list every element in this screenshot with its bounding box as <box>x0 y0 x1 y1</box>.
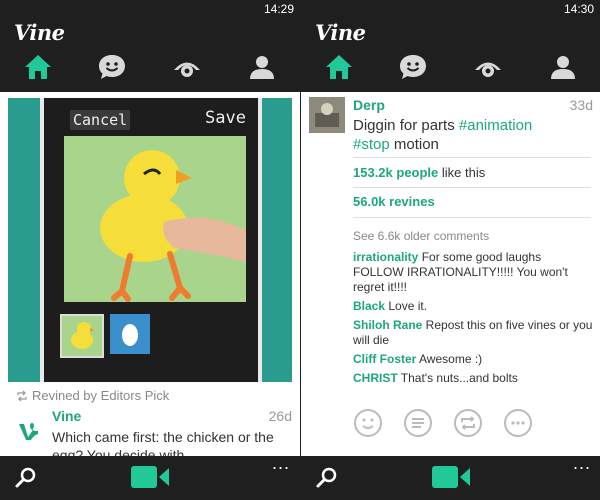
status-bar: 14:29 <box>0 0 300 18</box>
status-time: 14:30 <box>563 2 594 16</box>
app-header: Vine <box>301 18 600 92</box>
comment-item: CHRIST That's nuts...and bolts <box>353 371 593 386</box>
likes-number: 153.2k people <box>353 165 439 180</box>
search-icon[interactable] <box>315 466 339 490</box>
user-icon[interactable] <box>548 52 578 82</box>
feed-content: Cancel Save Revined by Editors Pick Vine… <box>0 92 300 456</box>
nav-bar <box>301 52 600 86</box>
see-older-comments-link[interactable]: See 6.6k older comments <box>353 229 489 243</box>
likes-suffix: like this <box>438 165 486 180</box>
revined-by-text: Revined by Editors Pick <box>32 388 170 403</box>
egg-thumbnail <box>110 314 150 354</box>
post-caption: Which came first: the chicken or the egg… <box>52 429 274 456</box>
post-age: 33d <box>569 97 593 113</box>
post-actions <box>353 408 583 442</box>
camera-icon[interactable] <box>130 462 170 492</box>
post-author[interactable]: Vine <box>52 408 81 424</box>
divider <box>353 217 591 218</box>
more-options-icon[interactable]: ... <box>272 454 290 472</box>
search-icon[interactable] <box>14 466 38 490</box>
comment-author[interactable]: Shiloh Rane <box>353 318 422 332</box>
camera-icon[interactable] <box>431 462 471 492</box>
comment-author[interactable]: Cliff Foster <box>353 352 416 366</box>
smiley-icon[interactable] <box>353 408 383 438</box>
nav-bar <box>0 52 300 86</box>
comment-text: Awesome :) <box>416 352 483 366</box>
app-header: Vine <box>0 18 300 92</box>
post-age: 26d <box>268 408 292 424</box>
comment-icon[interactable] <box>403 408 433 438</box>
eye-icon[interactable] <box>473 52 503 82</box>
comment-author[interactable]: CHRIST <box>353 371 398 385</box>
video-frame-phone: Cancel Save <box>40 98 264 382</box>
home-feed-screen: 14:29 Vine Cancel Save Revined by Editor… <box>0 0 300 500</box>
revines-count[interactable]: 56.0k revines <box>353 194 435 209</box>
vine-logo: Vine <box>315 20 366 45</box>
post-caption: Diggin for parts #animation #stop motion <box>353 116 589 154</box>
comment-item: Cliff Foster Awesome :) <box>353 352 593 367</box>
more-icon[interactable] <box>503 408 533 438</box>
app-bar: ... <box>301 454 600 500</box>
home-icon[interactable] <box>324 52 354 82</box>
vine-logo: Vine <box>14 20 65 45</box>
chat-icon[interactable] <box>97 52 127 82</box>
post-detail-content: Derp 33d Diggin for parts #animation #st… <box>301 92 600 456</box>
likes-count[interactable]: 153.2k people like this <box>353 165 485 180</box>
video-player[interactable]: Cancel Save <box>8 98 292 382</box>
chat-icon[interactable] <box>398 52 428 82</box>
author-avatar[interactable] <box>309 97 345 133</box>
more-options-icon[interactable]: ... <box>573 454 591 472</box>
phone-screen-bar: Cancel Save <box>60 106 250 132</box>
chick-illustration <box>100 150 264 302</box>
vine-avatar-icon[interactable] <box>16 418 42 444</box>
comment-item: Shiloh Rane Repost this on five vines or… <box>353 318 593 348</box>
eye-icon[interactable] <box>172 52 202 82</box>
video-cancel-text: Cancel <box>70 110 131 130</box>
hashtag-animation[interactable]: #animation <box>459 117 532 134</box>
status-bar: 14:30 <box>301 0 600 18</box>
status-time: 14:29 <box>263 2 294 16</box>
comment-author[interactable]: irrationality <box>353 250 418 264</box>
divider <box>353 157 591 158</box>
user-icon[interactable] <box>247 52 277 82</box>
caption-end: motion <box>389 136 439 153</box>
comments-list: irrationality For some good laughs FOLLO… <box>353 250 593 390</box>
app-bar: ... <box>0 454 300 500</box>
video-save-text: Save <box>205 108 246 128</box>
chick-thumbnail <box>60 314 104 358</box>
comment-text: Love it. <box>385 299 428 313</box>
chick-drawing <box>64 136 264 302</box>
comment-item: irrationality For some good laughs FOLLO… <box>353 250 593 295</box>
revine-icon[interactable] <box>453 408 483 438</box>
post-author[interactable]: Derp <box>353 97 385 113</box>
comment-author[interactable]: Black <box>353 299 385 313</box>
home-icon[interactable] <box>23 52 53 82</box>
divider <box>353 187 591 188</box>
comment-item: Black Love it. <box>353 299 593 314</box>
comment-text: That's nuts...and bolts <box>397 371 518 385</box>
hashtag-stop[interactable]: #stop <box>353 136 390 153</box>
caption-text: Diggin for parts <box>353 117 459 134</box>
revine-small-icon <box>17 390 27 402</box>
post-detail-screen: 14:30 Vine Derp 33d Diggin for parts #an… <box>300 0 600 500</box>
